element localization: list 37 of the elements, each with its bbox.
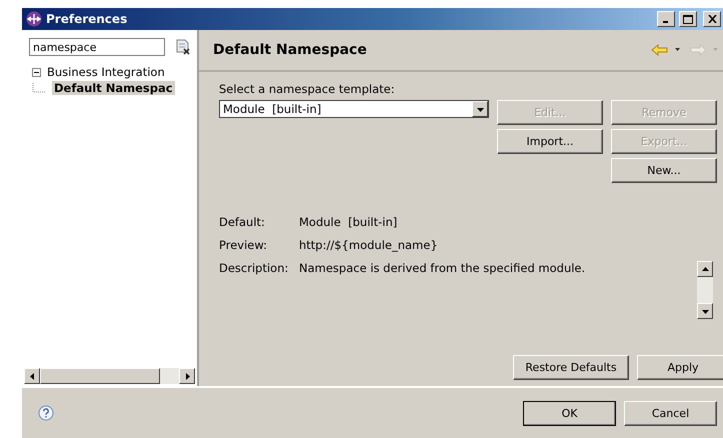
collapse-icon[interactable]	[32, 68, 41, 76]
tree-item[interactable]: Default Namespac	[52, 81, 175, 95]
close-button[interactable]	[703, 11, 721, 27]
maximize-button[interactable]	[679, 11, 697, 27]
horizontal-scrollbar[interactable]	[24, 368, 195, 384]
template-dropdown[interactable]: Module [built-in]	[219, 100, 489, 118]
dialog-button[interactable]: OK	[523, 400, 616, 426]
page-title: Default Namespace	[213, 42, 368, 58]
left-arrow-icon	[28, 372, 36, 380]
filter-field[interactable]: namespace	[29, 38, 165, 56]
page-action-button[interactable]: Apply	[637, 355, 723, 380]
template-label: Select a namespace template:	[219, 82, 396, 96]
minimize-button[interactable]	[657, 11, 675, 27]
tree-item[interactable]: Business Integration	[47, 65, 165, 79]
dialog-button[interactable]: Cancel	[624, 400, 717, 426]
template-button[interactable]: New...	[611, 158, 717, 183]
maximize-icon	[683, 14, 693, 24]
detail-value: Namespace is derived from the specified module.	[299, 261, 586, 275]
up-arrow-icon	[702, 266, 708, 272]
down-arrow-icon	[702, 308, 708, 314]
help-icon[interactable]	[38, 405, 54, 421]
dropdown-caret-icon[interactable]	[673, 47, 683, 53]
tree-line-icon	[32, 83, 46, 93]
detail-label: Default:	[219, 215, 266, 229]
detail-label: Description:	[219, 261, 290, 275]
template-button[interactable]: Import...	[497, 129, 603, 154]
right-arrow-icon	[184, 372, 190, 380]
vertical-scrollbar[interactable]	[697, 261, 713, 319]
dropdown-arrow-icon	[476, 106, 484, 112]
detail-value: http://${module_name}	[299, 238, 439, 252]
window-title: Preferences	[46, 12, 128, 26]
detail-label: Preview:	[219, 238, 268, 252]
page-action-button[interactable]: Restore Defaults	[513, 355, 629, 380]
detail-value: Module [built-in]	[299, 215, 398, 229]
clear-filter-icon[interactable]	[175, 39, 191, 55]
app-icon	[26, 11, 42, 27]
close-icon	[708, 15, 716, 23]
